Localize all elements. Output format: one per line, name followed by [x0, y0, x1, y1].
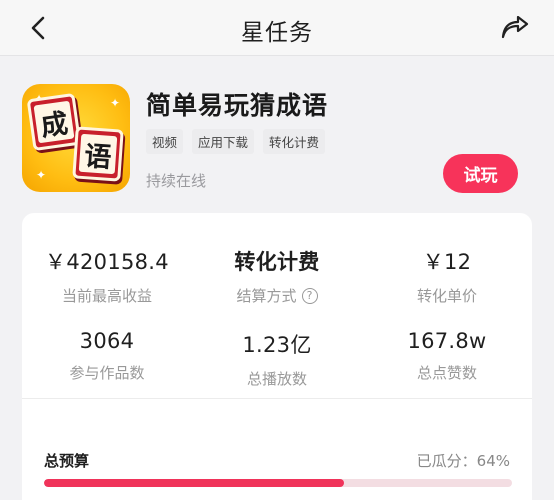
budget-label: 总预算	[44, 452, 90, 470]
divider	[22, 398, 532, 399]
sparkle-icon: ✦	[36, 168, 47, 182]
tag-list: 视频 应用下载 转化计费	[146, 129, 326, 154]
stat-plays: 1.23亿 总播放数	[192, 329, 362, 389]
stat-unit-price: ￥12 转化单价	[362, 246, 532, 306]
stat-value: 转化计费	[234, 250, 320, 274]
stat-label: 总播放数	[246, 370, 307, 388]
icon-tile-cheng: 成	[26, 92, 82, 152]
icon-tile-yu: 语	[72, 126, 124, 182]
status-text: 持续在线	[146, 172, 207, 190]
tag: 转化计费	[263, 129, 326, 154]
budget-used-text: 已瓜分：64%	[416, 452, 510, 470]
share-icon	[501, 16, 529, 39]
tag: 视频	[146, 129, 184, 154]
stat-value: ￥420158.4	[45, 250, 169, 274]
stat-max-income: ￥420158.4 当前最高收益	[22, 246, 192, 306]
stat-label: 总点赞数	[416, 364, 477, 382]
stat-likes: 167.8w 总点赞数	[362, 329, 532, 383]
stat-value: 1.23亿	[242, 333, 312, 357]
tag: 应用下载	[192, 129, 255, 154]
budget-progress-fill	[44, 479, 344, 487]
stat-billing: 转化计费 结算方式 ?	[192, 246, 362, 306]
stat-value: 167.8w	[407, 329, 487, 353]
app-icon: ✦ ✦ ✦ 成 语	[22, 84, 130, 192]
stat-label: 转化单价	[416, 287, 477, 305]
stat-label: 结算方式 ?	[192, 285, 362, 306]
help-icon[interactable]: ?	[301, 287, 318, 304]
stat-label: 当前最高收益	[61, 287, 152, 305]
nav-bar: 星任务	[0, 0, 554, 56]
stats-card: ￥420158.4 当前最高收益 转化计费 结算方式 ? ￥12 转化单价 30…	[22, 213, 532, 500]
stat-works: 3064 参与作品数	[22, 329, 192, 383]
app-name: 简单易玩猜成语	[146, 91, 329, 120]
stat-value: ￥12	[422, 250, 472, 274]
stat-value: 3064	[79, 329, 135, 353]
try-play-button[interactable]: 试玩	[443, 154, 518, 193]
stat-label: 参与作品数	[69, 364, 145, 382]
budget-progress-bar	[44, 479, 512, 487]
sparkle-icon: ✦	[110, 96, 121, 110]
share-button[interactable]	[498, 12, 532, 44]
page-title: 星任务	[241, 20, 313, 46]
